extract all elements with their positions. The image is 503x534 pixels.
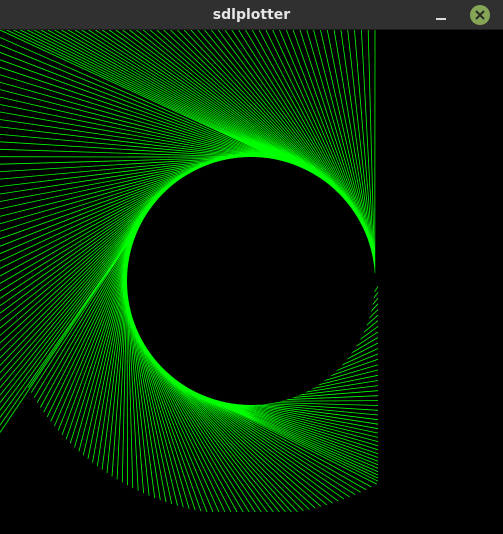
plot-center-hole (127, 157, 375, 405)
minimize-icon (436, 18, 446, 20)
window-titlebar[interactable]: sdlplotter (0, 0, 503, 30)
plot-drawing (0, 30, 379, 513)
close-button[interactable] (470, 5, 490, 25)
plot-canvas[interactable] (0, 30, 503, 534)
plot-lines (0, 30, 379, 513)
sdlplotter-window: sdlplotter (0, 0, 503, 534)
window-title: sdlplotter (212, 7, 291, 23)
minimize-button[interactable] (432, 6, 450, 24)
close-icon (475, 10, 485, 20)
